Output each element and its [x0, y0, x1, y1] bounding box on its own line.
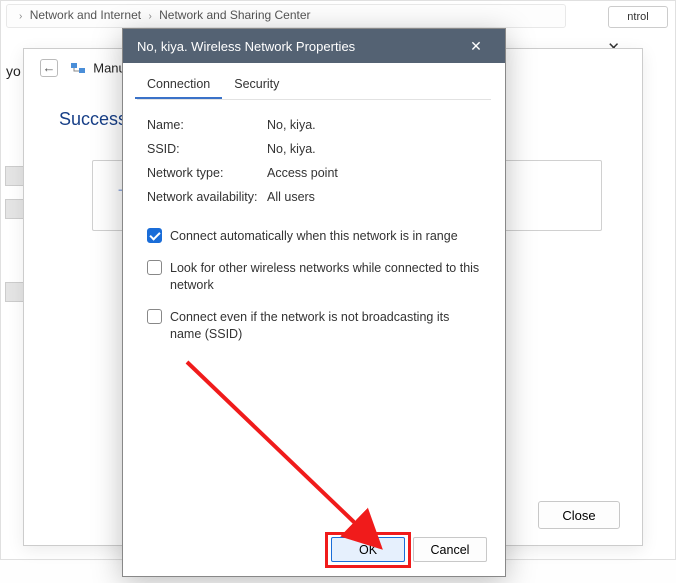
chevron-right-icon: › — [19, 11, 22, 22]
sidebar-icon — [5, 282, 25, 302]
dialog-title: No, kiya. Wireless Network Properties — [137, 39, 355, 54]
look-other-networks-checkbox[interactable]: Look for other wireless networks while c… — [147, 260, 481, 295]
connect-auto-checkbox[interactable]: Connect automatically when this network … — [147, 228, 481, 246]
breadcrumb-part[interactable]: Network and Sharing Center — [159, 8, 310, 22]
ssid-label: SSID: — [147, 142, 267, 156]
tab-security[interactable]: Security — [222, 71, 291, 99]
wireless-properties-dialog: No, kiya. Wireless Network Properties ✕ … — [122, 28, 506, 577]
network-type-label: Network type: — [147, 166, 267, 180]
name-value: No, kiya. — [267, 118, 481, 132]
checkbox-label: Connect even if the network is not broad… — [170, 309, 481, 344]
cancel-button[interactable]: Cancel — [413, 537, 487, 562]
close-icon[interactable]: ✕ — [461, 31, 491, 61]
truncated-text: yo — [6, 63, 21, 79]
close-button[interactable]: Close — [538, 501, 620, 529]
tab-connection[interactable]: Connection — [135, 71, 222, 99]
chevron-right-icon: › — [148, 11, 151, 22]
checkbox-label: Look for other wireless networks while c… — [170, 260, 481, 295]
tab-strip: Connection Security — [123, 63, 505, 99]
checkbox-icon — [147, 309, 162, 324]
network-icon — [70, 60, 86, 76]
name-label: Name: — [147, 118, 267, 132]
dialog-titlebar[interactable]: No, kiya. Wireless Network Properties ✕ — [123, 29, 505, 63]
tab-content: Name: No, kiya. SSID: No, kiya. Network … — [123, 100, 505, 376]
network-type-value: Access point — [267, 166, 481, 180]
checkbox-icon — [147, 228, 162, 243]
back-button[interactable]: ← — [40, 59, 58, 77]
ok-button[interactable]: OK — [331, 537, 405, 562]
availability-value: All users — [267, 190, 481, 204]
breadcrumb-bar[interactable]: › Network and Internet › Network and Sha… — [6, 4, 566, 28]
availability-label: Network availability: — [147, 190, 267, 204]
sidebar-icon — [5, 199, 25, 219]
control-panel-button[interactable]: ntrol — [608, 6, 668, 28]
dialog-button-row: OK Cancel — [331, 537, 487, 562]
sidebar-icon — [5, 166, 25, 186]
ssid-value: No, kiya. — [267, 142, 481, 156]
connect-hidden-checkbox[interactable]: Connect even if the network is not broad… — [147, 309, 481, 344]
breadcrumb-part[interactable]: Network and Internet — [30, 8, 141, 22]
checkbox-label: Connect automatically when this network … — [170, 228, 458, 246]
checkbox-icon — [147, 260, 162, 275]
